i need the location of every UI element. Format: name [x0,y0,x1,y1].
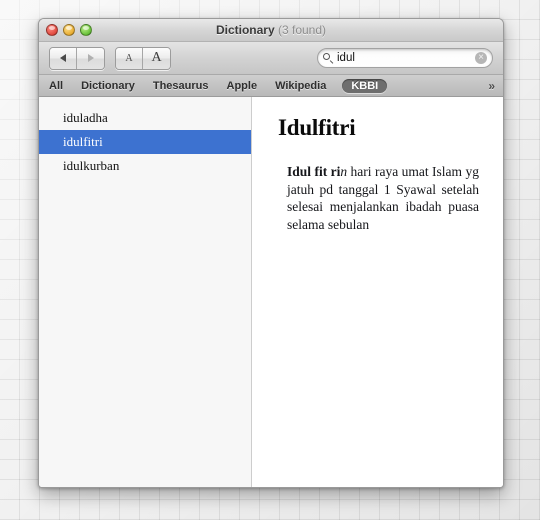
toolbar: A A idul × [39,42,503,75]
source-tab-bar: All Dictionary Thesaurus Apple Wikipedia… [39,75,503,97]
tab-kbbi[interactable]: KBBI [342,78,388,93]
tab-all[interactable]: All [47,79,65,93]
window-content: iduladha idulfitri idulkurban Idulfitri … [39,97,503,487]
forward-arrow-icon [87,54,94,62]
list-item[interactable]: iduladha [39,106,251,130]
results-sidebar[interactable]: iduladha idulfitri idulkurban [39,97,252,487]
tab-wikipedia[interactable]: Wikipedia [273,79,328,93]
minimize-button[interactable] [63,24,75,36]
list-item[interactable]: idulfitri [39,130,251,154]
window-titlebar[interactable]: Dictionary (3 found) [39,19,503,42]
search-icon [323,52,334,64]
navigation-segmented-control [49,46,105,70]
tab-thesaurus[interactable]: Thesaurus [151,79,211,93]
window-title: Dictionary (3 found) [39,19,503,41]
small-a-icon: A [125,52,133,64]
search-input[interactable]: idul [337,49,472,67]
list-item[interactable]: idulkurban [39,154,251,178]
definition-text: Idul fit rin hari raya umat Islam yg jat… [278,163,481,233]
decrease-text-size-button[interactable]: A [116,47,143,69]
dictionary-window: Dictionary (3 found) A A idul × All Dict… [38,18,504,488]
large-a-icon: A [151,50,162,65]
close-button[interactable] [46,24,58,36]
tab-apple[interactable]: Apple [225,79,260,93]
page-title: Idulfitri [278,115,356,140]
tab-overflow-icon[interactable]: » [488,79,495,93]
clear-search-icon[interactable]: × [475,52,487,64]
definition-lemma: Idul fit ri [287,164,341,179]
window-title-status: (3 found) [278,23,327,37]
window-controls [46,24,92,36]
zoom-button[interactable] [80,24,92,36]
window-title-app: Dictionary [215,23,275,37]
increase-text-size-button[interactable]: A [143,47,170,69]
search-field[interactable]: idul × [317,48,493,68]
definition-pane: Idulfitri Idul fit rin hari raya umat Is… [252,97,503,487]
text-size-segmented-control: A A [115,46,171,70]
back-button[interactable] [50,47,77,69]
forward-button[interactable] [77,47,104,69]
tab-dictionary[interactable]: Dictionary [79,79,137,93]
back-arrow-icon [60,54,66,62]
